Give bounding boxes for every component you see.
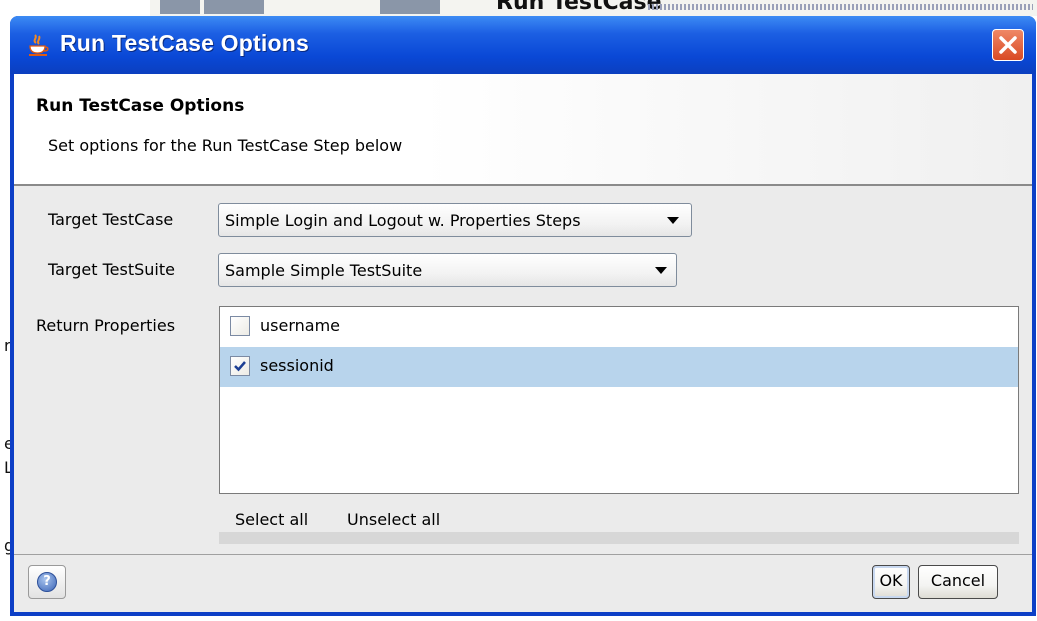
background-toolbar-segment: [380, 0, 440, 14]
list-item-username[interactable]: username: [220, 307, 1018, 347]
username-checkbox[interactable]: [230, 316, 250, 336]
target-testsuite-value: Sample Simple TestSuite: [225, 261, 423, 280]
sessionid-checkbox[interactable]: [230, 356, 250, 376]
unselect-all-link[interactable]: Unselect all: [347, 510, 440, 529]
list-item-label: username: [260, 316, 340, 335]
background-toolbar-segment: [204, 0, 264, 14]
checkmark-icon: [234, 361, 246, 372]
ok-button[interactable]: OK: [872, 565, 910, 599]
target-testcase-label: Target TestCase: [48, 210, 174, 229]
background-title: Run TestCase: [496, 0, 662, 15]
select-all-link[interactable]: Select all: [235, 510, 308, 529]
help-button[interactable]: ?: [28, 565, 66, 599]
java-coffee-icon: [29, 34, 49, 56]
close-button[interactable]: [992, 29, 1024, 61]
header-title: Run TestCase Options: [36, 96, 245, 116]
title-bar[interactable]: Run TestCase Options: [10, 16, 1036, 74]
background-toolbar-segment: [160, 0, 200, 14]
target-testcase-value: Simple Login and Logout w. Properties St…: [225, 211, 581, 230]
list-item-label: sessionid: [260, 356, 334, 375]
chevron-down-icon: [667, 217, 679, 224]
dialog-header: Run TestCase Options Set options for the…: [14, 74, 1032, 186]
dialog-title: Run TestCase Options: [60, 30, 309, 56]
target-testsuite-label: Target TestSuite: [48, 260, 175, 279]
help-icon: ?: [37, 572, 57, 592]
return-properties-list[interactable]: username sessionid: [219, 306, 1019, 494]
horizontal-scrollbar[interactable]: [219, 532, 1019, 544]
background-dotted-line: [648, 4, 1033, 10]
list-item-sessionid[interactable]: sessionid: [220, 347, 1018, 387]
footer-divider: [14, 554, 1032, 555]
target-testcase-combo[interactable]: Simple Login and Logout w. Properties St…: [218, 203, 692, 237]
chevron-down-icon: [655, 267, 667, 274]
run-testcase-options-dialog: Run TestCase Options Run TestCase Option…: [10, 16, 1036, 616]
cancel-button[interactable]: Cancel: [918, 565, 998, 599]
target-testsuite-combo[interactable]: Sample Simple TestSuite: [218, 253, 677, 287]
close-icon: [999, 36, 1017, 54]
return-properties-label: Return Properties: [36, 316, 176, 335]
selection-links: Select all Unselect all: [219, 494, 1019, 546]
header-description: Set options for the Run TestCase Step be…: [48, 136, 403, 155]
dialog-content: Run TestCase Options Set options for the…: [14, 74, 1032, 612]
